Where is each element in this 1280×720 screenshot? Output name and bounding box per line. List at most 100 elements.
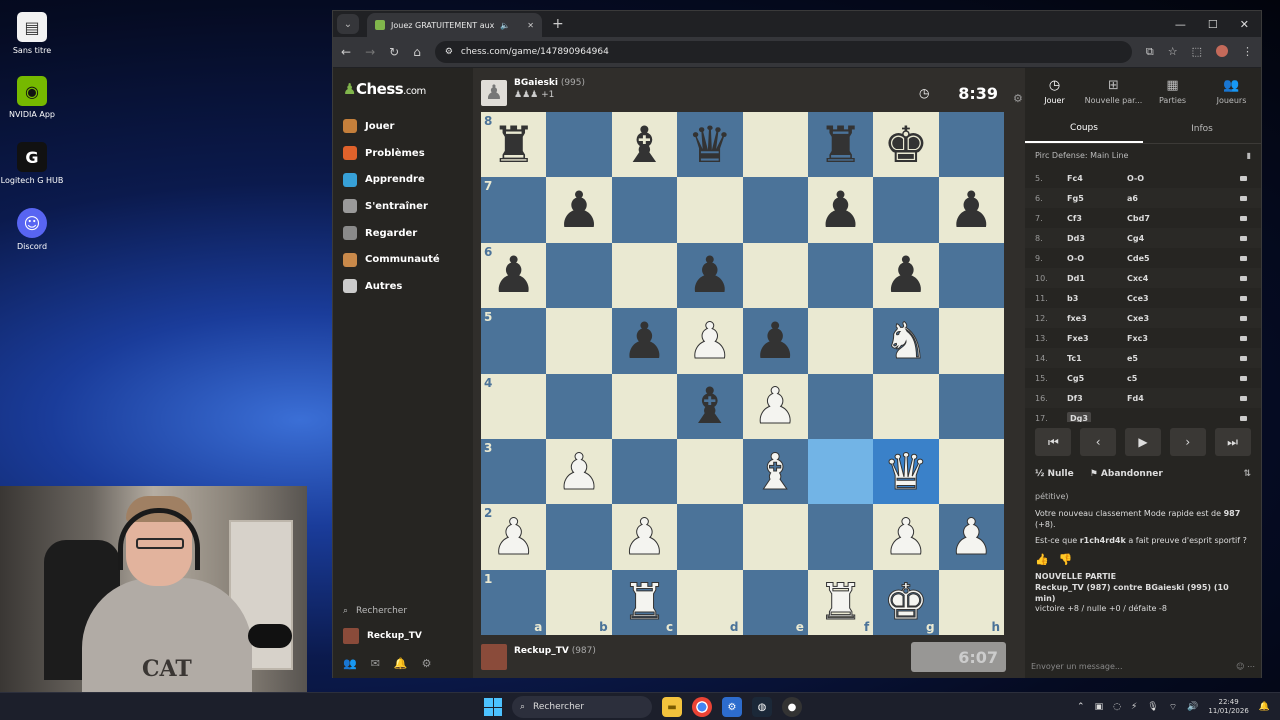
black-move[interactable]: Fd4	[1127, 394, 1187, 403]
black-move[interactable]: Fxc3	[1127, 334, 1187, 343]
tab-1[interactable]: ⊞ Nouvelle par...	[1084, 68, 1143, 114]
sidebar-item-4[interactable]: Regarder	[343, 220, 440, 247]
square-f7[interactable]: ♟	[807, 177, 874, 243]
white-pawn-icon[interactable]: ♟	[556, 446, 602, 497]
square-h5[interactable]	[938, 308, 1004, 374]
square-b5[interactable]	[546, 308, 612, 374]
site-info-icon[interactable]: ⚙	[445, 47, 453, 57]
wifi-icon[interactable]: ⌔	[1169, 702, 1177, 713]
sidebar-item-3[interactable]: S'entraîner	[343, 193, 440, 220]
sidebar-item-0[interactable]: Jouer	[343, 113, 440, 140]
square-b4[interactable]	[546, 373, 612, 439]
square-h4[interactable]	[938, 373, 1004, 439]
white-pawn-icon[interactable]: ♟	[687, 315, 733, 366]
previous-move-button[interactable]: ‹	[1080, 428, 1117, 456]
square-c7[interactable]	[611, 177, 678, 243]
file-explorer-icon[interactable]: ▬	[662, 697, 682, 717]
board-settings-icon[interactable]: ⚙	[1013, 92, 1023, 105]
back-button[interactable]: ←	[341, 45, 351, 59]
square-g2[interactable]: ♟	[873, 504, 939, 570]
white-move[interactable]: fxe3	[1067, 314, 1127, 323]
flip-board-icon[interactable]: ⇅	[1243, 469, 1251, 479]
square-f5[interactable]	[807, 308, 874, 374]
black-move[interactable]: Cg4	[1127, 234, 1187, 243]
square-d2[interactable]	[677, 504, 743, 570]
square-e4[interactable]: ♟	[742, 373, 808, 439]
chess-logo[interactable]: ♟Chess.com	[343, 80, 426, 98]
book-icon[interactable]: ▮	[1247, 151, 1251, 160]
white-move[interactable]: b3	[1067, 294, 1127, 303]
white-move[interactable]: Df3	[1067, 394, 1127, 403]
square-a4[interactable]: 4	[481, 373, 547, 439]
square-g5[interactable]: ♞	[873, 308, 939, 374]
next-move-button[interactable]: ›	[1169, 428, 1206, 456]
square-a8[interactable]: 8 ♜	[481, 112, 547, 178]
taskbar-clock[interactable]: 22:49 11/01/2026	[1208, 698, 1248, 716]
notification-icon[interactable]: 🔔	[1259, 702, 1270, 712]
black-pawn-icon[interactable]: ♟	[818, 185, 863, 235]
square-f8[interactable]: ♜	[807, 112, 874, 178]
desktop-icon-nvidia[interactable]: ◉ NVIDIA App	[0, 76, 64, 119]
square-d7[interactable]	[677, 177, 743, 243]
browser-tab[interactable]: Jouez GRATUITEMENT aux 🔈 ✕	[367, 13, 542, 37]
white-move[interactable]: Dg3	[1067, 411, 1091, 422]
black-move[interactable]: Cxc4	[1127, 274, 1187, 283]
white-move[interactable]: Dd3	[1067, 234, 1127, 243]
square-b3[interactable]: ♟	[546, 438, 612, 505]
bookmark-star-icon[interactable]: ☆	[1168, 45, 1178, 59]
square-f4[interactable]	[807, 373, 874, 439]
black-move[interactable]: O-O	[1127, 174, 1187, 183]
white-pawn-icon[interactable]: ♟	[948, 511, 994, 562]
sidebar-item-6[interactable]: Autres	[343, 273, 440, 300]
square-c3[interactable]	[611, 438, 678, 505]
square-h7[interactable]: ♟	[938, 177, 1004, 243]
speaker-icon[interactable]: 🔈	[500, 21, 510, 30]
black-pawn-icon[interactable]: ♟	[884, 250, 929, 300]
url-field[interactable]: ⚙ chess.com/game/147890964964	[434, 41, 1132, 63]
black-rook-icon[interactable]: ♜	[818, 120, 863, 170]
square-b6[interactable]	[546, 242, 612, 309]
friends-icon[interactable]: 👥	[343, 657, 357, 670]
tray-app-icon[interactable]: ▣	[1095, 702, 1104, 712]
white-move[interactable]: Fg5	[1067, 194, 1127, 203]
black-move[interactable]: a6	[1127, 194, 1187, 203]
draw-button[interactable]: ½ Nulle	[1035, 469, 1074, 479]
square-e2[interactable]	[742, 504, 808, 570]
square-c4[interactable]	[611, 373, 678, 439]
white-move[interactable]: Cg5	[1067, 374, 1127, 383]
square-h3[interactable]	[938, 438, 1004, 505]
black-rook-icon[interactable]: ♜	[491, 120, 536, 170]
play-button[interactable]: ▶	[1124, 428, 1161, 456]
first-move-button[interactable]: ⏮	[1035, 428, 1072, 456]
white-move[interactable]: Tc1	[1067, 354, 1127, 363]
close-tab-icon[interactable]: ✕	[527, 21, 534, 30]
square-f2[interactable]	[807, 504, 874, 570]
extensions-icon[interactable]: ⬚	[1192, 45, 1202, 59]
square-b7[interactable]: ♟	[546, 177, 612, 243]
install-app-icon[interactable]: ⧉	[1146, 45, 1154, 59]
black-move[interactable]: e5	[1127, 354, 1187, 363]
close-window-button[interactable]: ✕	[1240, 18, 1249, 31]
square-c8[interactable]: ♝	[611, 112, 678, 178]
black-pawn-icon[interactable]: ♟	[949, 185, 994, 235]
tab-moves[interactable]: Coups	[1025, 114, 1143, 143]
white-knight-icon[interactable]: ♞	[883, 315, 929, 366]
black-bishop-icon[interactable]: ♝	[622, 120, 667, 170]
thumbs-down-icon[interactable]: 👎	[1059, 553, 1073, 568]
square-e5[interactable]: ♟	[742, 308, 808, 374]
white-rook-icon[interactable]: ♜	[622, 577, 668, 628]
square-d4[interactable]: ♝	[677, 373, 743, 439]
white-pawn-icon[interactable]: ♟	[752, 381, 798, 432]
browser-menu-icon[interactable]: ⋮	[1242, 45, 1253, 59]
white-move[interactable]: Fc4	[1067, 174, 1127, 183]
thumbs-up-icon[interactable]: 👍	[1035, 553, 1049, 568]
steam-icon[interactable]: ◍	[752, 697, 772, 717]
square-e7[interactable]	[742, 177, 808, 243]
white-rook-icon[interactable]: ♜	[818, 577, 864, 628]
white-move[interactable]: Dd1	[1067, 274, 1127, 283]
white-bishop-icon[interactable]: ♝	[752, 446, 798, 497]
square-h1[interactable]: h	[938, 569, 1004, 635]
taskbar-search[interactable]: ⌕ Rechercher	[512, 696, 652, 718]
top-player-name[interactable]: BGaieski	[514, 78, 558, 88]
chess-board[interactable]: 8 ♜ ♝ ♛ ♜ ♚ 7 ♟ ♟ ♟ 6 ♟ ♟ ♟ 5 ♟ ♟ ♟ ♞ 4 ♝ ♟ 3 ♟ ♝ ♛ 2 ♟ ♟ ♟ ♟ 1 a b c ♜ d e f ♜…	[481, 112, 1004, 635]
